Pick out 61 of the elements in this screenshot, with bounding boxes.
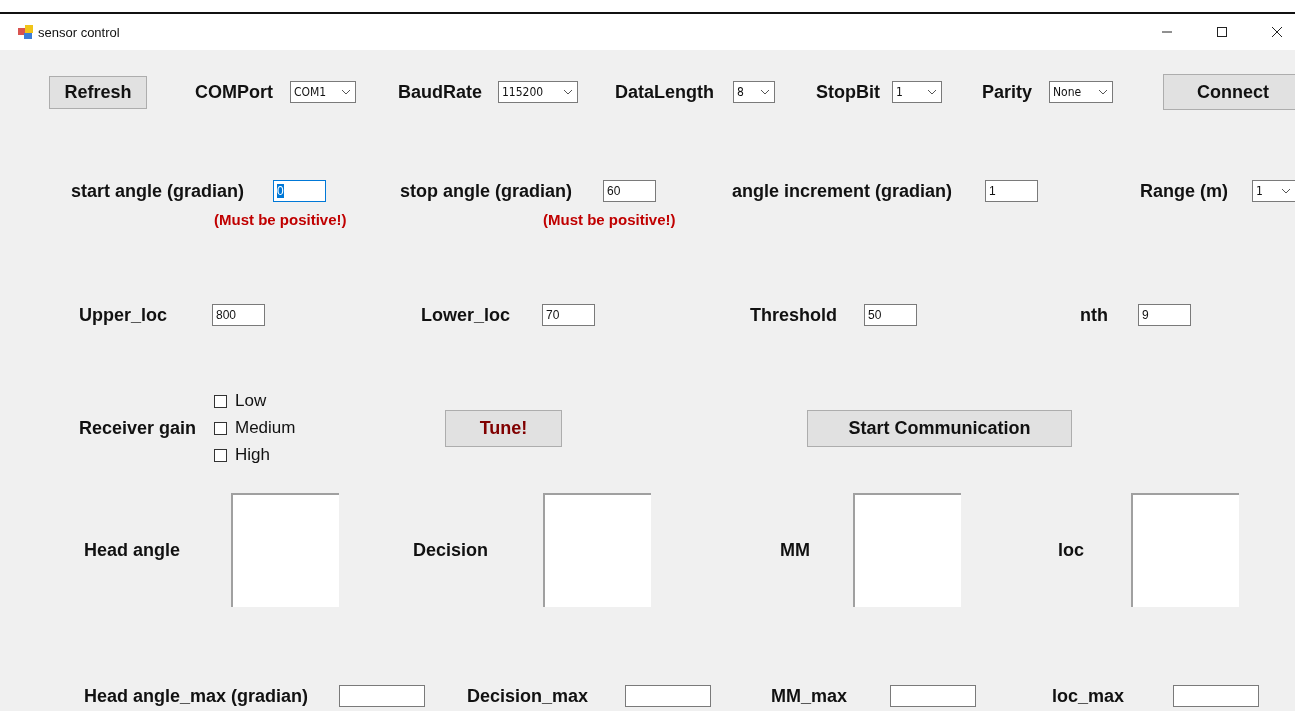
refresh-button[interactable]: Refresh xyxy=(49,75,147,109)
checkbox-option[interactable]: Low xyxy=(214,390,445,412)
chevron-icon xyxy=(760,89,770,95)
start-communication-button[interactable]: Start Communication xyxy=(807,409,1072,447)
chevron-icon xyxy=(563,89,573,95)
output-label: Decision xyxy=(413,539,489,561)
setting-label: DataLength xyxy=(615,81,714,103)
input-field[interactable]: 50 xyxy=(864,304,917,326)
max-label: Decision_max xyxy=(467,685,589,707)
maximize-icon[interactable] xyxy=(1216,26,1228,38)
checkbox-option[interactable]: High xyxy=(214,444,445,466)
setting-label: StopBit xyxy=(816,81,880,103)
max-label: MM_max xyxy=(771,685,848,707)
dropdown[interactable]: 115200 xyxy=(498,81,578,103)
setting-label: Parity xyxy=(982,81,1033,103)
limit-label: Upper_loc xyxy=(79,304,168,326)
limit-label: Threshold xyxy=(750,304,837,326)
input-field[interactable]: 800 xyxy=(212,304,265,326)
input-field[interactable]: 60 xyxy=(603,180,656,202)
angle-label: start angle (gradian) xyxy=(71,180,245,202)
setting-label: COMPort xyxy=(195,81,273,103)
range-label: Range (m) xyxy=(1140,180,1228,202)
close-icon[interactable] xyxy=(1271,26,1283,38)
chevron-icon xyxy=(1098,89,1108,95)
dropdown[interactable]: 8 xyxy=(733,81,775,103)
limit-label: Lower_loc xyxy=(421,304,511,326)
receiver-gain-label: Receiver gain xyxy=(79,417,198,439)
output-label: MM xyxy=(780,539,810,561)
input-field[interactable]: 1 xyxy=(985,180,1038,202)
app-icon xyxy=(18,24,34,40)
chevron-icon xyxy=(341,89,351,95)
checkbox-option[interactable]: Medium xyxy=(214,417,445,439)
input-field[interactable]: 70 xyxy=(542,304,595,326)
input-field[interactable] xyxy=(1173,685,1259,707)
warning-text: (Must be positive!) xyxy=(543,211,676,228)
chevron-icon xyxy=(1281,188,1291,194)
checkbox[interactable] xyxy=(214,448,227,462)
input-field[interactable] xyxy=(625,685,711,707)
tune-button[interactable]: Tune! xyxy=(445,409,562,447)
input-field[interactable]: 9 xyxy=(1138,304,1191,326)
input-field[interactable] xyxy=(339,685,425,707)
warning-text: (Must be positive!) xyxy=(214,211,347,228)
input-field[interactable]: 0 xyxy=(273,180,326,202)
angle-label: angle increment (gradian) xyxy=(732,180,953,202)
input-field[interactable] xyxy=(890,685,976,707)
chevron-icon xyxy=(927,89,937,95)
checkbox[interactable] xyxy=(214,421,227,435)
dropdown[interactable]: COM1 xyxy=(290,81,356,103)
window-title: sensor control xyxy=(38,24,120,40)
output-label: loc xyxy=(1058,539,1084,561)
checkbox[interactable] xyxy=(214,394,227,408)
connect-button[interactable]: Connect xyxy=(1163,74,1295,110)
output-label: Head angle xyxy=(84,539,181,561)
dropdown[interactable]: None xyxy=(1049,81,1113,103)
limit-label: nth xyxy=(1080,304,1108,326)
max-label: Head angle_max (gradian) xyxy=(84,685,309,707)
dropdown[interactable]: 1 xyxy=(892,81,942,103)
range-dropdown[interactable]: 1 xyxy=(1252,180,1295,202)
angle-label: stop angle (gradian) xyxy=(400,180,572,202)
max-label: loc_max xyxy=(1052,685,1125,707)
setting-label: BaudRate xyxy=(398,81,482,103)
